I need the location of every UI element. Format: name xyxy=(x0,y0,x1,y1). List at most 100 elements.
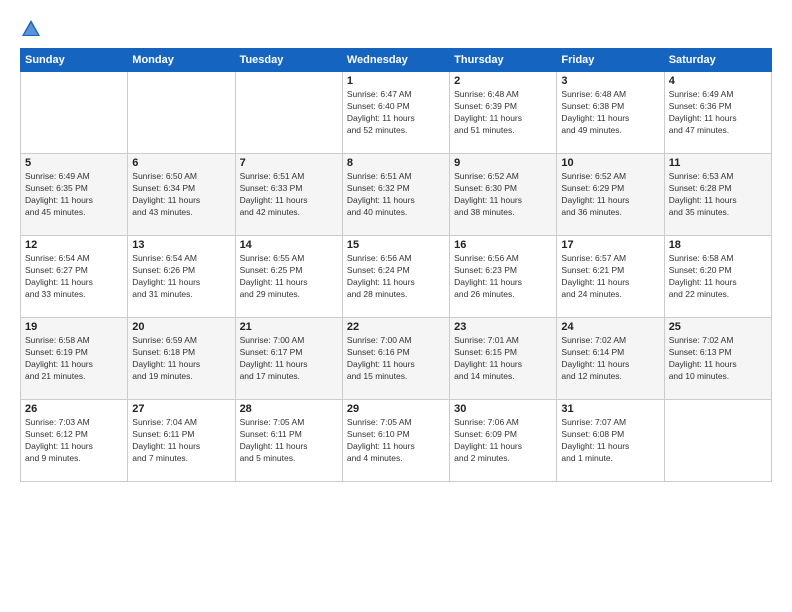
calendar-weekday-saturday: Saturday xyxy=(664,49,771,72)
calendar-week-1: 1 Sunrise: 6:47 AM Sunset: 6:40 PM Daylig… xyxy=(21,72,772,154)
calendar-cell: 25 Sunrise: 7:02 AM Sunset: 6:13 PM Dayli… xyxy=(664,318,771,400)
calendar-cell: 3 Sunrise: 6:48 AM Sunset: 6:38 PM Daylig… xyxy=(557,72,664,154)
day-info: Sunrise: 6:52 AM Sunset: 6:29 PM Dayligh… xyxy=(561,171,659,219)
day-number: 24 xyxy=(561,321,659,333)
day-number: 16 xyxy=(454,239,552,251)
calendar-cell: 11 Sunrise: 6:53 AM Sunset: 6:28 PM Dayli… xyxy=(664,154,771,236)
calendar-cell: 12 Sunrise: 6:54 AM Sunset: 6:27 PM Dayli… xyxy=(21,236,128,318)
day-info: Sunrise: 6:53 AM Sunset: 6:28 PM Dayligh… xyxy=(669,171,767,219)
calendar-cell: 9 Sunrise: 6:52 AM Sunset: 6:30 PM Daylig… xyxy=(450,154,557,236)
calendar-cell: 23Sunrise: 7:01 AM Sunset: 6:15 PM Dayli… xyxy=(450,318,557,400)
calendar-header-row: SundayMondayTuesdayWednesdayThursdayFrid… xyxy=(21,49,772,72)
calendar-weekday-friday: Friday xyxy=(557,49,664,72)
day-number: 29 xyxy=(347,403,445,415)
calendar-cell: 4 Sunrise: 6:49 AM Sunset: 6:36 PM Daylig… xyxy=(664,72,771,154)
day-info: Sunrise: 7:06 AM Sunset: 6:09 PM Dayligh… xyxy=(454,417,552,465)
calendar-cell: 7 Sunrise: 6:51 AM Sunset: 6:33 PM Daylig… xyxy=(235,154,342,236)
logo-icon xyxy=(20,18,42,40)
day-info: Sunrise: 6:51 AM Sunset: 6:32 PM Dayligh… xyxy=(347,171,445,219)
day-info: Sunrise: 6:58 AM Sunset: 6:19 PM Dayligh… xyxy=(25,335,123,383)
calendar-cell: 30Sunrise: 7:06 AM Sunset: 6:09 PM Dayli… xyxy=(450,400,557,482)
page: SundayMondayTuesdayWednesdayThursdayFrid… xyxy=(0,0,792,612)
calendar-cell: 31 Sunrise: 7:07 AM Sunset: 6:08 PM Dayli… xyxy=(557,400,664,482)
calendar-weekday-thursday: Thursday xyxy=(450,49,557,72)
calendar-weekday-tuesday: Tuesday xyxy=(235,49,342,72)
calendar-week-2: 5Sunrise: 6:49 AM Sunset: 6:35 PM Daylig… xyxy=(21,154,772,236)
day-number: 25 xyxy=(669,321,767,333)
day-info: Sunrise: 7:07 AM Sunset: 6:08 PM Dayligh… xyxy=(561,417,659,465)
calendar-cell: 8 Sunrise: 6:51 AM Sunset: 6:32 PM Daylig… xyxy=(342,154,449,236)
calendar-cell: 5Sunrise: 6:49 AM Sunset: 6:35 PM Daylig… xyxy=(21,154,128,236)
day-info: Sunrise: 6:52 AM Sunset: 6:30 PM Dayligh… xyxy=(454,171,552,219)
day-info: Sunrise: 7:02 AM Sunset: 6:14 PM Dayligh… xyxy=(561,335,659,383)
day-number: 17 xyxy=(561,239,659,251)
day-info: Sunrise: 6:51 AM Sunset: 6:33 PM Dayligh… xyxy=(240,171,338,219)
calendar-cell: 18Sunrise: 6:58 AM Sunset: 6:20 PM Dayli… xyxy=(664,236,771,318)
calendar-cell: 17 Sunrise: 6:57 AM Sunset: 6:21 PM Dayli… xyxy=(557,236,664,318)
day-number: 18 xyxy=(669,239,767,251)
day-number: 1 xyxy=(347,75,445,87)
calendar-cell: 27 Sunrise: 7:04 AM Sunset: 6:11 PM Dayli… xyxy=(128,400,235,482)
day-number: 6 xyxy=(132,157,230,169)
calendar-week-4: 19 Sunrise: 6:58 AM Sunset: 6:19 PM Dayli… xyxy=(21,318,772,400)
day-info: Sunrise: 6:47 AM Sunset: 6:40 PM Dayligh… xyxy=(347,89,445,137)
calendar-cell: 16Sunrise: 6:56 AM Sunset: 6:23 PM Dayli… xyxy=(450,236,557,318)
day-number: 27 xyxy=(132,403,230,415)
header xyxy=(20,18,772,40)
calendar-cell: 29Sunrise: 7:05 AM Sunset: 6:10 PM Dayli… xyxy=(342,400,449,482)
calendar-weekday-monday: Monday xyxy=(128,49,235,72)
day-number: 31 xyxy=(561,403,659,415)
day-number: 2 xyxy=(454,75,552,87)
calendar-week-3: 12 Sunrise: 6:54 AM Sunset: 6:27 PM Dayli… xyxy=(21,236,772,318)
day-info: Sunrise: 7:00 AM Sunset: 6:17 PM Dayligh… xyxy=(240,335,338,383)
calendar-cell: 13 Sunrise: 6:54 AM Sunset: 6:26 PM Dayli… xyxy=(128,236,235,318)
day-info: Sunrise: 7:04 AM Sunset: 6:11 PM Dayligh… xyxy=(132,417,230,465)
day-info: Sunrise: 6:48 AM Sunset: 6:39 PM Dayligh… xyxy=(454,89,552,137)
calendar-cell: 24 Sunrise: 7:02 AM Sunset: 6:14 PM Dayli… xyxy=(557,318,664,400)
day-info: Sunrise: 7:03 AM Sunset: 6:12 PM Dayligh… xyxy=(25,417,123,465)
calendar-cell: 15 Sunrise: 6:56 AM Sunset: 6:24 PM Dayli… xyxy=(342,236,449,318)
calendar-cell: 26Sunrise: 7:03 AM Sunset: 6:12 PM Dayli… xyxy=(21,400,128,482)
day-number: 12 xyxy=(25,239,123,251)
day-info: Sunrise: 6:54 AM Sunset: 6:26 PM Dayligh… xyxy=(132,253,230,301)
day-number: 11 xyxy=(669,157,767,169)
day-number: 21 xyxy=(240,321,338,333)
calendar-cell: 6 Sunrise: 6:50 AM Sunset: 6:34 PM Daylig… xyxy=(128,154,235,236)
day-number: 4 xyxy=(669,75,767,87)
day-number: 8 xyxy=(347,157,445,169)
day-number: 9 xyxy=(454,157,552,169)
day-number: 28 xyxy=(240,403,338,415)
day-number: 7 xyxy=(240,157,338,169)
calendar-cell: 28 Sunrise: 7:05 AM Sunset: 6:11 PM Dayli… xyxy=(235,400,342,482)
calendar: SundayMondayTuesdayWednesdayThursdayFrid… xyxy=(20,48,772,482)
day-number: 22 xyxy=(347,321,445,333)
day-number: 19 xyxy=(25,321,123,333)
day-number: 23 xyxy=(454,321,552,333)
calendar-cell: 20Sunrise: 6:59 AM Sunset: 6:18 PM Dayli… xyxy=(128,318,235,400)
day-number: 3 xyxy=(561,75,659,87)
day-info: Sunrise: 6:54 AM Sunset: 6:27 PM Dayligh… xyxy=(25,253,123,301)
day-info: Sunrise: 6:57 AM Sunset: 6:21 PM Dayligh… xyxy=(561,253,659,301)
calendar-cell xyxy=(128,72,235,154)
calendar-cell: 14 Sunrise: 6:55 AM Sunset: 6:25 PM Dayli… xyxy=(235,236,342,318)
calendar-weekday-sunday: Sunday xyxy=(21,49,128,72)
calendar-weekday-wednesday: Wednesday xyxy=(342,49,449,72)
calendar-cell xyxy=(235,72,342,154)
calendar-cell: 10Sunrise: 6:52 AM Sunset: 6:29 PM Dayli… xyxy=(557,154,664,236)
calendar-week-5: 26Sunrise: 7:03 AM Sunset: 6:12 PM Dayli… xyxy=(21,400,772,482)
day-info: Sunrise: 7:02 AM Sunset: 6:13 PM Dayligh… xyxy=(669,335,767,383)
day-info: Sunrise: 7:05 AM Sunset: 6:11 PM Dayligh… xyxy=(240,417,338,465)
calendar-cell: 2 Sunrise: 6:48 AM Sunset: 6:39 PM Daylig… xyxy=(450,72,557,154)
day-info: Sunrise: 6:49 AM Sunset: 6:36 PM Dayligh… xyxy=(669,89,767,137)
day-number: 15 xyxy=(347,239,445,251)
day-info: Sunrise: 6:50 AM Sunset: 6:34 PM Dayligh… xyxy=(132,171,230,219)
day-info: Sunrise: 6:56 AM Sunset: 6:24 PM Dayligh… xyxy=(347,253,445,301)
day-number: 5 xyxy=(25,157,123,169)
calendar-cell: 19 Sunrise: 6:58 AM Sunset: 6:19 PM Dayli… xyxy=(21,318,128,400)
day-info: Sunrise: 6:55 AM Sunset: 6:25 PM Dayligh… xyxy=(240,253,338,301)
calendar-cell: 1 Sunrise: 6:47 AM Sunset: 6:40 PM Daylig… xyxy=(342,72,449,154)
day-number: 20 xyxy=(132,321,230,333)
day-number: 13 xyxy=(132,239,230,251)
day-info: Sunrise: 6:48 AM Sunset: 6:38 PM Dayligh… xyxy=(561,89,659,137)
day-number: 14 xyxy=(240,239,338,251)
